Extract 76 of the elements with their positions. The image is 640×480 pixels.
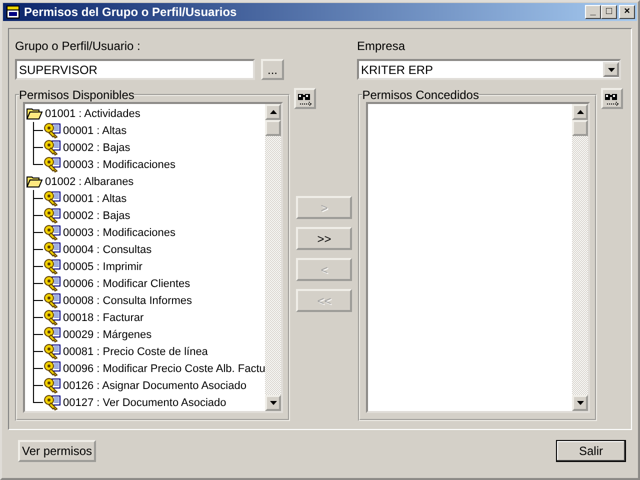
tree-item[interactable]: 00029 : Márgenes [25, 326, 266, 343]
key-icon [43, 122, 61, 138]
scroll-thumb[interactable] [265, 120, 282, 136]
tree-item[interactable]: 00127 : Ver Documento Asociado [25, 394, 266, 411]
caption-button[interactable]: × [619, 5, 635, 19]
tree-item[interactable]: 00126 : Asignar Documento Asociado [25, 377, 266, 394]
tree-item[interactable]: 00001 : Altas [25, 190, 266, 207]
tree-item[interactable]: 01002 : Albaranes [25, 173, 266, 190]
find-button[interactable] [294, 88, 316, 109]
tree-line [33, 275, 43, 292]
key-icon [43, 378, 61, 394]
key-icon [43, 360, 61, 376]
key-icon [43, 242, 61, 258]
tree-line [33, 207, 43, 224]
tree-line [33, 326, 43, 343]
company-dropdown[interactable]: KRITER ERP [357, 59, 621, 80]
binoculars-icon [604, 92, 620, 106]
group-title: Permisos Disponibles [19, 88, 134, 102]
window-icon [5, 4, 21, 20]
key-icon [43, 140, 61, 156]
tree-item[interactable]: 00006 : Modificar Clientes [25, 275, 266, 292]
tree-item[interactable]: 00001 : Altas [25, 122, 266, 139]
key-icon [43, 190, 61, 206]
tree-line [33, 224, 43, 241]
tree-item[interactable]: 00002 : Bajas [25, 139, 266, 156]
scroll-down-icon [576, 401, 584, 405]
tree-item[interactable]: 00081 : Precio Coste de línea [25, 343, 266, 360]
scrollbar[interactable] [265, 104, 282, 411]
scroll-thumb[interactable] [572, 120, 588, 136]
field-label: Empresa [357, 39, 406, 53]
tree-item[interactable]: 00096 : Modificar Precio Coste Alb. Factu [25, 360, 266, 377]
tree-item[interactable]: 00003 : Modificaciones [25, 224, 266, 241]
find-button[interactable] [601, 88, 623, 109]
dialog-button[interactable]: Salir [556, 440, 626, 462]
key-icon [43, 326, 61, 342]
tree-item[interactable]: 00003 : Modificaciones [25, 156, 266, 173]
tree-line [33, 343, 43, 360]
binoculars-icon [297, 92, 314, 106]
key-icon [43, 310, 61, 326]
tree-item[interactable]: 00002 : Bajas [25, 207, 266, 224]
key-icon [43, 208, 61, 224]
key-icon [43, 292, 61, 308]
field-label: Grupo o Perfil/Usuario : [15, 39, 142, 53]
tree-item[interactable]: 00004 : Consultas [25, 241, 266, 258]
move-button[interactable]: >> [296, 227, 352, 250]
key-icon [43, 156, 61, 172]
scroll-down-icon [270, 401, 277, 405]
key-icon [43, 344, 61, 360]
tree-item[interactable]: 00005 : Imprimir [25, 258, 266, 275]
key-icon [43, 276, 61, 292]
tree-item[interactable]: 01001 : Actividades [25, 105, 266, 122]
caption-button[interactable]: □ [601, 5, 617, 19]
dropdown-arrow-icon [608, 68, 614, 72]
key-icon [43, 258, 61, 274]
group-title: Permisos Concedidos [362, 88, 479, 102]
tree-item[interactable]: 00008 : Consulta Informes [25, 292, 266, 309]
tree-line [33, 360, 43, 377]
group-field[interactable]: SUPERVISOR [15, 59, 255, 80]
key-icon [43, 224, 61, 240]
tree-line [33, 292, 43, 309]
scroll-up-icon [270, 110, 277, 114]
tree-item[interactable]: 00018 : Facturar [25, 309, 266, 326]
tree-line [33, 122, 43, 139]
window-title: Permisos del Grupo o Perfil/Usuarios [24, 5, 238, 19]
tree-line [33, 190, 43, 207]
scrollbar[interactable] [572, 104, 588, 411]
dialog-button[interactable]: Ver permisos [18, 440, 96, 462]
scroll-up-icon [576, 110, 584, 114]
caption-button[interactable]: _ [585, 5, 601, 19]
tree-line [33, 309, 43, 326]
folder-icon [26, 107, 43, 120]
browse-button[interactable]: ... [261, 59, 284, 80]
folder-icon [26, 175, 43, 188]
tree-line [33, 258, 43, 275]
tree-line [33, 241, 43, 258]
key-icon [43, 394, 61, 410]
